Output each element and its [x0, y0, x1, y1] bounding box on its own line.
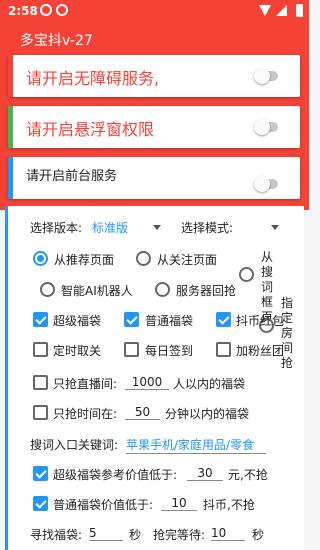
mode-label: 选择模式: — [181, 221, 234, 235]
check-live-only[interactable] — [33, 375, 48, 390]
radio-server-label: 服务器回抢 — [176, 284, 237, 298]
check-timed[interactable] — [33, 342, 48, 357]
find-unit: 秒 — [129, 528, 142, 542]
super-ref-prefix: 超级福袋参考价值低于: — [53, 468, 178, 482]
radio-search[interactable] — [239, 267, 254, 282]
version-select[interactable]: 标准版 — [92, 219, 128, 236]
app-bar: 多宝抖v-27 — [0, 22, 309, 50]
super-ref-suffix: 元,不抢 — [228, 468, 268, 482]
check-normal[interactable] — [124, 312, 139, 327]
check-coin[interactable] — [216, 312, 231, 327]
foreground-label: 请开启前台服务 — [26, 169, 118, 184]
toggle-knob — [254, 119, 270, 135]
check-super[interactable] — [33, 312, 48, 327]
notification-icon-2 — [56, 4, 68, 16]
normal-ref-input[interactable]: 10 — [161, 496, 197, 511]
radio-recommend-label: 从推荐页面 — [54, 253, 115, 267]
toggle-knob — [254, 176, 270, 192]
keyword-input[interactable]: 苹果手机/家庭用品/零食 — [126, 436, 266, 454]
wifi-icon — [259, 5, 271, 16]
accessibility-card[interactable]: 请开启无障碍服务, — [8, 55, 300, 97]
check-daily-label: 每日签到 — [145, 344, 194, 358]
overlay-label: 请开启悬浮窗权限 — [26, 120, 155, 139]
super-ref-input[interactable]: 30 — [187, 466, 223, 481]
check-timed-label: 定时取关 — [53, 344, 102, 358]
status-time: 2:58 — [8, 4, 38, 18]
battery-icon — [296, 4, 303, 17]
check-super-ref[interactable] — [33, 466, 48, 481]
status-bar: 2:58 — [0, 0, 309, 22]
mode-dropdown-icon[interactable] — [271, 225, 279, 230]
time-only-input[interactable]: 50 — [125, 405, 160, 420]
notification-icon — [40, 4, 52, 16]
wait-label: 抢完等待: — [153, 528, 206, 542]
check-daily[interactable] — [124, 342, 139, 357]
find-input[interactable]: 5 — [89, 526, 123, 541]
signal-icon — [276, 5, 287, 16]
overlay-toggle[interactable] — [254, 119, 278, 135]
check-coin-label: 抖币红包 — [236, 314, 285, 328]
check-fans-label: 加粉丝团 — [236, 344, 285, 358]
card-accent — [8, 55, 13, 97]
radio-server[interactable] — [155, 282, 170, 297]
check-super-label: 超级福袋 — [53, 314, 102, 328]
overlay-card[interactable]: 请开启悬浮窗权限 — [8, 106, 300, 148]
check-fans[interactable] — [216, 342, 231, 357]
radio-ai[interactable] — [40, 282, 55, 297]
find-label: 寻找福袋: — [30, 528, 83, 542]
normal-ref-prefix: 普通福袋价值低于: — [53, 498, 154, 512]
time-only-suffix: 分钟以内的福袋 — [165, 407, 250, 421]
live-only-prefix: 只抢直播间: — [53, 377, 118, 391]
normal-ref-suffix: 抖币,不抢 — [203, 498, 255, 512]
check-normal-ref[interactable] — [33, 496, 48, 511]
version-label: 选择版本: — [30, 221, 83, 235]
wait-unit: 秒 — [252, 528, 265, 542]
accessibility-label: 请开启无障碍服务, — [26, 69, 160, 88]
foreground-card[interactable]: 请开启前台服务 — [8, 157, 300, 199]
radio-recommend[interactable] — [33, 251, 48, 266]
radio-follow-label: 从关注页面 — [157, 253, 218, 267]
toggle-knob — [254, 68, 270, 84]
version-dropdown-icon[interactable] — [153, 225, 161, 230]
radio-room-label: 指定房间抢 — [281, 296, 294, 370]
check-normal-label: 普通福袋 — [145, 314, 194, 328]
live-only-input[interactable]: 1000 — [125, 375, 169, 390]
wait-input[interactable]: 10 — [211, 526, 245, 541]
radio-ai-label: 智能AI机器人 — [61, 284, 133, 298]
card-accent — [8, 157, 13, 199]
app-title: 多宝抖v-27 — [20, 33, 93, 49]
accessibility-toggle[interactable] — [254, 68, 278, 84]
check-time-only[interactable] — [33, 405, 48, 420]
foreground-toggle[interactable] — [254, 176, 278, 192]
card-accent — [8, 106, 13, 148]
keyword-label: 搜词入口关键词: — [30, 438, 119, 452]
live-only-suffix: 人以内的福袋 — [173, 377, 246, 391]
time-only-prefix: 只抢时间在: — [53, 407, 118, 421]
radio-follow[interactable] — [136, 251, 151, 266]
